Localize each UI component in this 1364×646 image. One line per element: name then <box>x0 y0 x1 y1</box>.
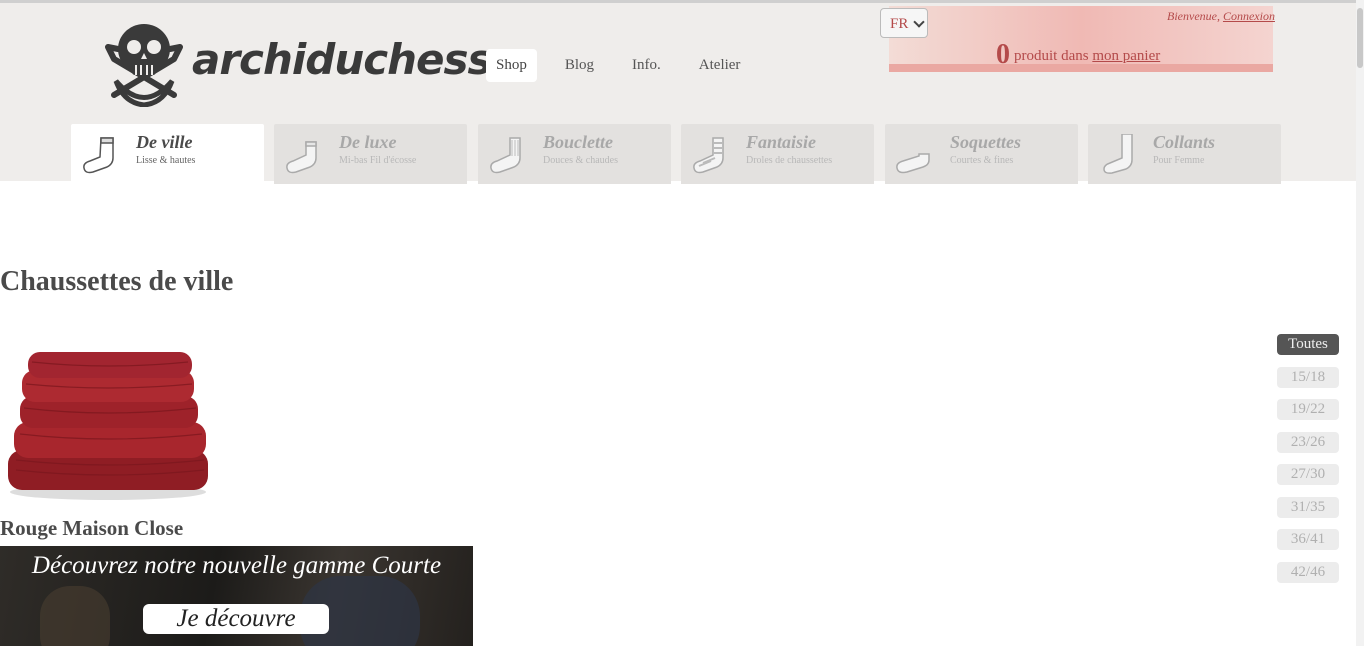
promo-banner[interactable]: Découvrez notre nouvelle gamme Courte Je… <box>0 546 473 646</box>
category-title: Bouclette <box>543 132 613 152</box>
banner-photo-shape <box>40 586 110 646</box>
skull-logo-icon <box>105 24 183 107</box>
category-title: Collants <box>1153 132 1216 152</box>
striped-sock-icon <box>693 137 724 174</box>
size-filter: Toutes 15/18 19/22 23/26 27/30 31/35 36/… <box>1277 334 1339 594</box>
logo[interactable]: archiduchesse <box>104 19 520 109</box>
category-tab-soquettes[interactable]: Soquettes Courtes & fines <box>885 124 1078 184</box>
ribbed-sock-icon <box>490 137 521 174</box>
nav-blog[interactable]: Blog <box>555 49 604 82</box>
category-tab-collants[interactable]: Collants Pour Femme <box>1088 124 1281 184</box>
language-select[interactable]: FR <box>880 8 928 38</box>
size-filter-option[interactable]: 15/18 <box>1277 366 1339 388</box>
category-tab-bouclette[interactable]: Bouclette Douces & chaudes <box>478 124 671 184</box>
category-subtitle: Lisse & hautes <box>136 155 196 166</box>
category-subtitle: Pour Femme <box>1153 155 1205 166</box>
cart-count: 0 <box>996 39 1010 70</box>
welcome-text: Bienvenue, Connexion <box>1167 9 1275 24</box>
category-title: De luxe <box>339 132 397 152</box>
nav-shop[interactable]: Shop <box>486 49 537 82</box>
category-title: Soquettes <box>950 132 1022 152</box>
sock-icon <box>286 141 317 174</box>
ankle-sock-icon <box>896 153 930 174</box>
category-subtitle: Droles de chaussettes <box>746 155 833 166</box>
size-filter-all[interactable]: Toutes <box>1277 334 1339 355</box>
category-subtitle: Courtes & fines <box>950 155 1014 166</box>
discover-button[interactable]: Je découvre <box>143 604 329 634</box>
product-image[interactable] <box>0 330 216 512</box>
scrollbar-thumb[interactable] <box>1357 8 1363 68</box>
size-filter-option[interactable]: 19/22 <box>1277 399 1339 420</box>
scrollbar[interactable] <box>1356 0 1364 646</box>
site-header: archiduchesse Shop Blog Info. Atelier FR… <box>0 3 1356 184</box>
nav-info[interactable]: Info. <box>622 49 671 82</box>
language-value: FR <box>890 16 909 32</box>
main-nav: Shop Blog Info. Atelier <box>486 49 768 82</box>
welcome-label: Bienvenue, <box>1167 9 1220 23</box>
tights-icon <box>1103 134 1133 174</box>
nav-atelier[interactable]: Atelier <box>689 49 751 82</box>
banner-headline: Découvrez notre nouvelle gamme Courte <box>31 552 442 579</box>
category-title: De ville <box>136 132 193 152</box>
category-title: Fantaisie <box>746 132 817 152</box>
size-filter-option[interactable]: 42/46 <box>1277 561 1339 583</box>
cart-summary: 0 produit dans mon panier <box>996 39 1160 71</box>
size-filter-option[interactable]: 31/35 <box>1277 496 1339 518</box>
cart-label: produit dans <box>1014 48 1089 64</box>
brand-name: archiduchesse <box>192 35 520 84</box>
category-subtitle: Douces & chaudes <box>543 155 618 166</box>
product-name[interactable]: Rouge Maison Close <box>0 516 183 541</box>
chevron-down-icon <box>913 16 925 28</box>
tall-sock-icon <box>83 137 114 174</box>
size-filter-option[interactable]: 36/41 <box>1277 529 1339 550</box>
page-title: Chaussettes de ville <box>0 266 234 297</box>
size-filter-option[interactable]: 23/26 <box>1277 431 1339 453</box>
login-link[interactable]: Connexion <box>1223 9 1275 23</box>
category-tab-de-luxe[interactable]: De luxe Mi-bas Fil d'écosse <box>274 124 467 184</box>
size-filter-option[interactable]: 27/30 <box>1277 464 1339 485</box>
category-subtitle: Mi-bas Fil d'écosse <box>339 155 417 166</box>
cart-link[interactable]: mon panier <box>1092 48 1160 64</box>
category-tab-fantaisie[interactable]: Fantaisie Droles de chaussettes <box>681 124 874 184</box>
category-tab-de-ville[interactable]: De ville Lisse & hautes <box>71 124 264 184</box>
